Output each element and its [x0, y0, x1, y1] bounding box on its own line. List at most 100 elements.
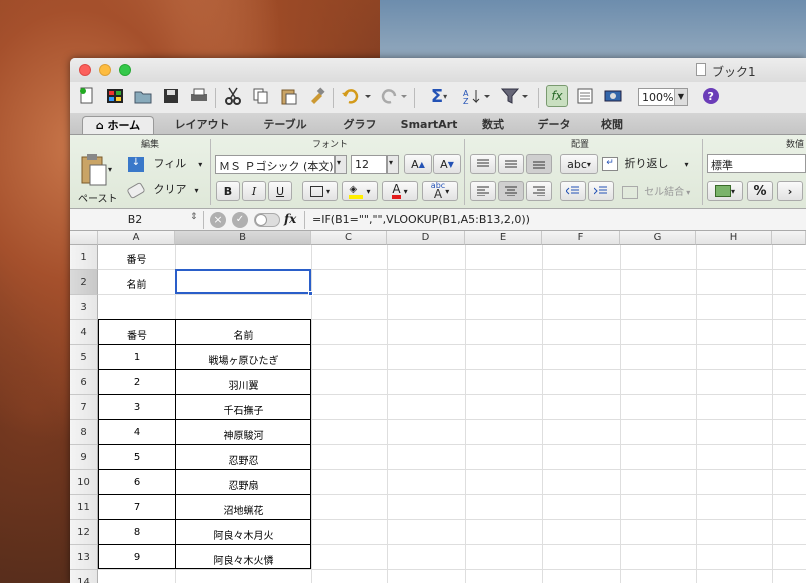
column-header-h[interactable]: H — [696, 231, 772, 245]
table-cell-number[interactable]: 2 — [99, 377, 175, 388]
zoom-dropdown-icon[interactable]: ▼ — [674, 89, 687, 105]
fill-handle[interactable] — [308, 291, 313, 296]
tab-chart[interactable]: グラフ — [328, 116, 392, 134]
formula-builder-icon[interactable]: fx — [546, 85, 568, 107]
table-cell-number[interactable]: 9 — [99, 552, 175, 563]
column-header-c[interactable]: C — [311, 231, 387, 245]
align-top-icon[interactable] — [470, 154, 496, 174]
align-center-icon[interactable] — [498, 181, 524, 201]
gallery-icon[interactable] — [104, 85, 126, 107]
row-header-9[interactable]: 9 — [70, 445, 98, 470]
active-cell-b2[interactable] — [175, 269, 311, 294]
new-document-icon[interactable] — [76, 85, 98, 107]
column-header-a[interactable]: A — [98, 231, 175, 245]
row-header-8[interactable]: 8 — [70, 420, 98, 445]
row-header-2[interactable]: 2 — [70, 270, 98, 295]
undo-icon[interactable] — [340, 85, 372, 107]
row-header-1[interactable]: 1 — [70, 245, 98, 270]
table-cell-name[interactable]: 忍野扇 — [176, 477, 311, 492]
table-cell-number[interactable]: 3 — [99, 402, 175, 413]
save-icon[interactable] — [160, 85, 182, 107]
row-header-7[interactable]: 7 — [70, 395, 98, 420]
italic-button[interactable]: I — [242, 181, 266, 201]
paste-dropdown-icon[interactable]: ▾ — [108, 165, 112, 174]
cell-a1[interactable]: 番号 — [98, 251, 175, 266]
phonetic-button[interactable]: abc A ▾ — [422, 181, 458, 201]
name-box[interactable]: B2 — [70, 211, 200, 228]
media-browser-icon[interactable] — [602, 85, 624, 107]
table-cell-number[interactable]: 8 — [99, 527, 175, 538]
cancel-formula-icon[interactable]: × — [210, 212, 226, 228]
autosum-icon[interactable]: Σ ▾ — [422, 85, 456, 107]
tab-review[interactable]: 校閲 — [588, 116, 636, 134]
font-size-dropdown-icon[interactable]: ▾ — [387, 155, 399, 174]
table-cell-name[interactable]: 神原駿河 — [176, 427, 311, 442]
row-header-12[interactable]: 12 — [70, 520, 98, 545]
row-header-4[interactable]: 4 — [70, 320, 98, 345]
row-header-11[interactable]: 11 — [70, 495, 98, 520]
formula-toggle-icon[interactable] — [254, 213, 280, 227]
close-button[interactable] — [79, 64, 91, 76]
minimize-button[interactable] — [99, 64, 111, 76]
format-painter-icon[interactable] — [306, 85, 328, 107]
tab-smartart[interactable]: SmartArt — [396, 116, 462, 134]
fill-color-button[interactable]: ◈ ▾ — [342, 181, 378, 201]
clear-button[interactable]: クリア ▾ — [126, 181, 206, 199]
tab-data[interactable]: データ — [524, 116, 584, 134]
toolbox-icon[interactable] — [574, 85, 596, 107]
redo-icon[interactable] — [376, 85, 408, 107]
borders-button[interactable]: ▾ — [302, 181, 338, 201]
worksheet-grid[interactable]: A B C D E F G H 1 2 3 4 5 6 7 8 9 10 11 12 13 14 番号 名… — [70, 231, 806, 583]
align-bottom-icon[interactable] — [526, 154, 552, 174]
table-header-number[interactable]: 番号 — [99, 327, 175, 342]
table-cell-number[interactable]: 7 — [99, 502, 175, 513]
percent-button[interactable]: % — [747, 181, 773, 201]
shrink-font-icon[interactable]: A ▼ — [433, 154, 461, 174]
table-cell-name[interactable]: 阿良々木火憐 — [176, 552, 311, 567]
orientation-button[interactable]: abc ▾ — [560, 154, 598, 174]
fill-button[interactable]: ↓ フィル ▾ — [128, 155, 206, 173]
table-cell-number[interactable]: 1 — [99, 352, 175, 363]
help-icon[interactable]: ? — [700, 85, 722, 107]
filter-icon[interactable] — [498, 85, 532, 107]
font-color-button[interactable]: A ▾ — [382, 181, 418, 201]
bold-button[interactable]: B — [216, 181, 240, 201]
tab-table[interactable]: テーブル — [246, 116, 324, 134]
table-cell-number[interactable]: 4 — [99, 427, 175, 438]
table-cell-name[interactable]: 阿良々木月火 — [176, 527, 311, 542]
table-cell-name[interactable]: 千石撫子 — [176, 402, 311, 417]
font-size-select[interactable]: 12 — [351, 155, 387, 174]
table-cell-name[interactable]: 沼地蝋花 — [176, 502, 311, 517]
row-header-14[interactable]: 14 — [70, 570, 98, 583]
column-header-f[interactable]: F — [542, 231, 620, 245]
tab-formulas[interactable]: 数式 — [466, 116, 520, 134]
cell-a2[interactable]: 名前 — [98, 276, 175, 291]
table-cell-name[interactable]: 羽川翼 — [176, 377, 311, 392]
table-cell-name[interactable]: 忍野忍 — [176, 452, 311, 467]
column-header-e[interactable]: E — [465, 231, 542, 245]
paste-button[interactable]: ▾ ペースト — [76, 149, 122, 205]
table-cell-number[interactable]: 6 — [99, 477, 175, 488]
column-header-g[interactable]: G — [620, 231, 696, 245]
row-header-3[interactable]: 3 — [70, 295, 98, 320]
zoom-button[interactable] — [119, 64, 131, 76]
currency-button[interactable]: ▾ — [707, 181, 743, 201]
grow-font-icon[interactable]: A ▲ — [404, 154, 432, 174]
row-header-6[interactable]: 6 — [70, 370, 98, 395]
insert-function-button[interactable]: fx — [284, 212, 296, 226]
wrap-text-button[interactable]: ↵ 折り返し ▾ — [602, 155, 702, 173]
print-icon[interactable] — [188, 85, 210, 107]
table-cell-name[interactable]: 戦場ヶ原ひたぎ — [176, 352, 311, 367]
row-header-10[interactable]: 10 — [70, 470, 98, 495]
sort-icon[interactable]: AZ — [460, 85, 494, 107]
increase-indent-icon[interactable] — [588, 181, 614, 201]
tab-layout[interactable]: レイアウト — [162, 116, 242, 134]
align-middle-icon[interactable] — [498, 154, 524, 174]
font-name-dropdown-icon[interactable]: ▾ — [335, 155, 347, 174]
merge-cells-button[interactable]: セル結合 ▾ — [622, 183, 706, 201]
comma-style-icon[interactable]: › — [777, 181, 803, 201]
tab-home[interactable]: ⌂ ホーム — [82, 116, 154, 134]
table-header-name[interactable]: 名前 — [176, 327, 311, 342]
column-header-overflow[interactable] — [772, 231, 806, 245]
row-header-13[interactable]: 13 — [70, 545, 98, 570]
